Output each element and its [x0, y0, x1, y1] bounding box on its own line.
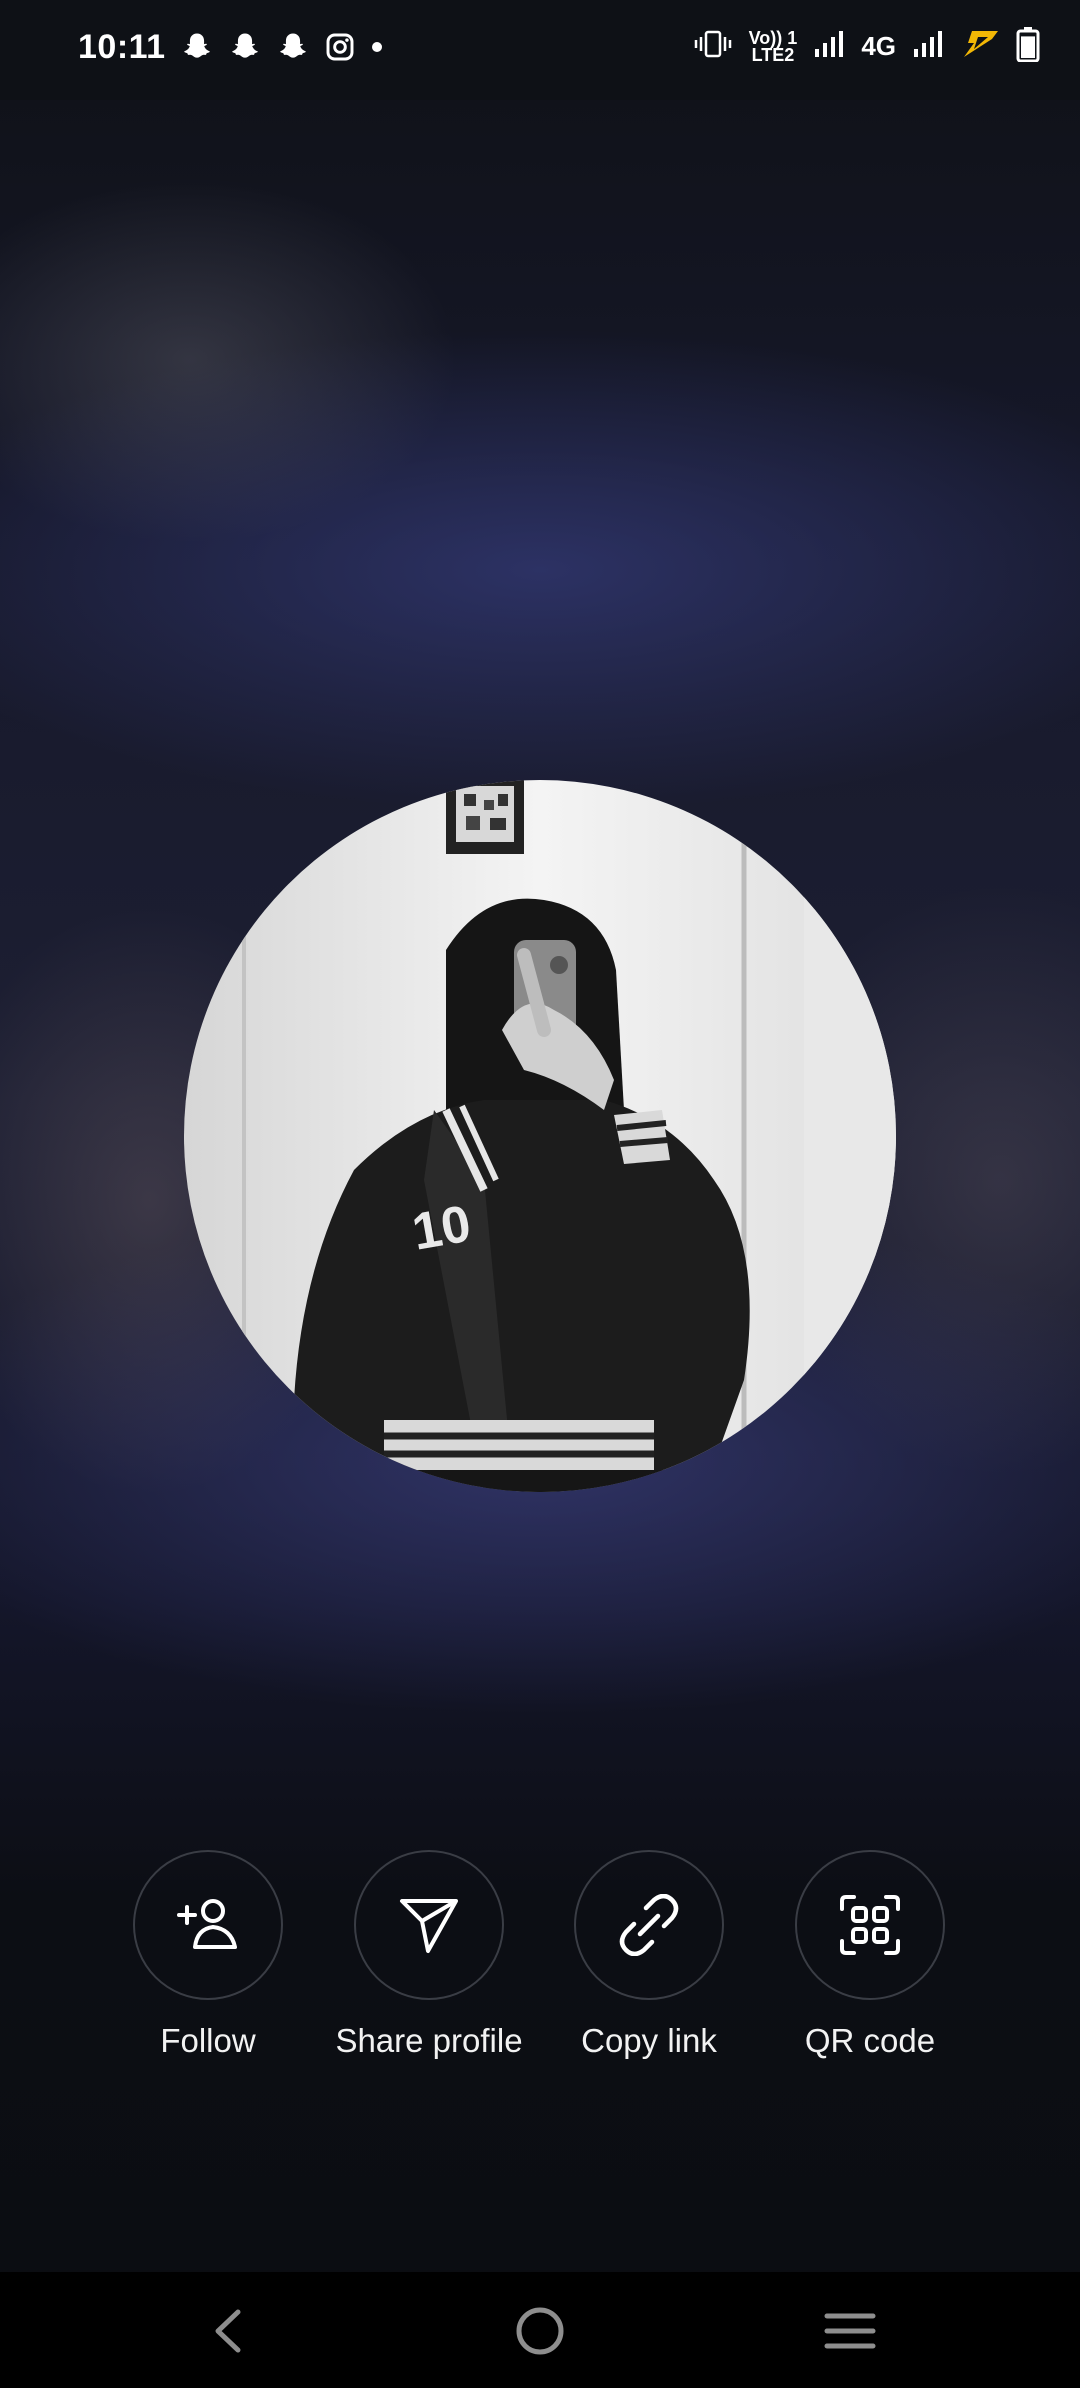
navigation-bar [0, 2272, 1080, 2388]
battery-icon [1016, 26, 1040, 67]
add-person-icon [177, 1899, 237, 1949]
share-profile-button[interactable] [354, 1850, 504, 2000]
more-dot-icon [370, 40, 384, 59]
volte-top-text: Vo)) 1 [748, 27, 798, 48]
recents-icon [824, 2313, 876, 2349]
snapchat-icon [180, 30, 214, 69]
share-profile-label: Share profile [335, 2022, 523, 2059]
network-type-label: 4G [861, 31, 896, 61]
profile-avatar[interactable]: 10 [184, 780, 896, 1492]
status-time: 10:11 [78, 28, 166, 66]
nav-back-button[interactable] [188, 2296, 268, 2366]
instagram-icon [324, 31, 356, 68]
signal-icon [912, 29, 944, 64]
follow-label: Follow [160, 2022, 256, 2059]
back-icon [215, 2309, 241, 2353]
system-status-icons: Vo)) 1 LTE2 4G [693, 26, 1040, 67]
follow-action: Follow [88, 1850, 328, 2060]
charging-bolt-icon [960, 29, 1000, 64]
qr-code-action: QR code [750, 1850, 990, 2060]
link-icon [619, 1894, 679, 1956]
qr-code-icon [840, 1895, 900, 1955]
volte-indicator: Vo)) 1 LTE2 [748, 27, 798, 65]
snapchat-icon [228, 30, 262, 69]
qr-code-label: QR code [804, 2022, 936, 2059]
send-icon [400, 1899, 458, 1953]
copy-link-label: Copy link [581, 2022, 717, 2059]
profile-share-screen: 10:11 Vo)) 1 LTE2 4G 10 Follow Share pro… [0, 0, 1080, 2388]
notification-icons [180, 30, 384, 69]
status-bar: 10:11 Vo)) 1 LTE2 4G [0, 0, 1080, 100]
share-profile-action: Share profile [309, 1850, 549, 2060]
nav-recents-button[interactable] [810, 2296, 890, 2366]
snapchat-icon [276, 30, 310, 69]
svg-text:10: 10 [408, 1195, 475, 1262]
follow-button[interactable] [133, 1850, 283, 2000]
home-icon [516, 2307, 564, 2355]
copy-link-button[interactable] [574, 1850, 724, 2000]
qr-code-button[interactable] [795, 1850, 945, 2000]
nav-home-button[interactable] [500, 2296, 580, 2366]
copy-link-action: Copy link [529, 1850, 769, 2060]
vibrate-icon [693, 29, 733, 64]
volte-bottom-text: LTE2 [751, 44, 795, 65]
signal-icon [813, 29, 845, 64]
